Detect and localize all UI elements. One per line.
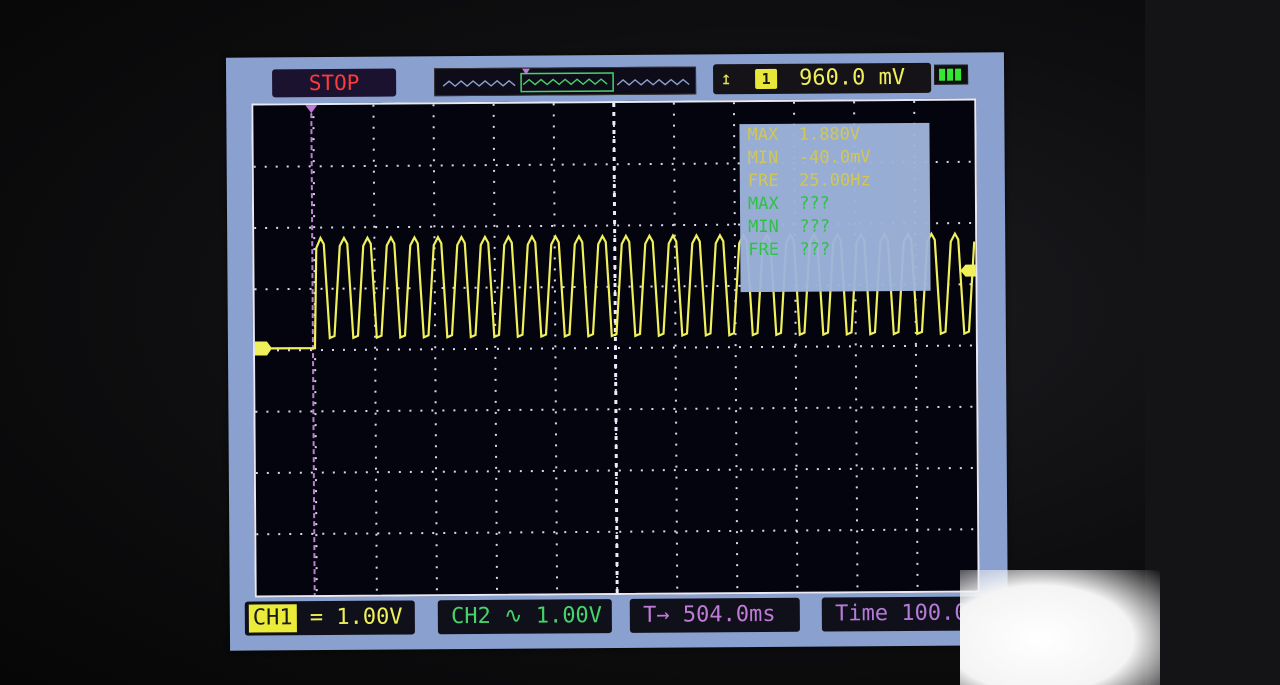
trigger-offset-settings[interactable]: T→ 504.0ms bbox=[629, 597, 800, 633]
ch2-label: CH2 bbox=[451, 603, 491, 630]
waveform-display[interactable]: MAX 1.880V MIN -40.0mV FRE 25.00Hz MAX ?… bbox=[251, 98, 980, 598]
ch1-coupling: = bbox=[309, 605, 324, 631]
trigger-level: 960.0 mV bbox=[799, 64, 906, 91]
run-stop-indicator[interactable]: STOP bbox=[272, 68, 397, 98]
trigger-channel-badge: 1 bbox=[755, 68, 778, 90]
ch2-max-readout: MAX ??? bbox=[747, 193, 830, 215]
grid-line-vertical bbox=[732, 102, 739, 593]
bottom-status-bar: CH1 = 1.00V CH2 ∿ 1.00V T→ 504.0ms Time … bbox=[230, 592, 1008, 647]
grid-line-vertical bbox=[492, 103, 499, 594]
rising-edge-icon: ↥ bbox=[720, 68, 732, 90]
ch1-min-readout: MIN -40.0mV bbox=[747, 147, 871, 169]
oscilloscope-screen: STOP ↥ 1 960.0 mV MAX 1.880V MIN -40.0mV… bbox=[225, 52, 1009, 651]
grid-line-vertical bbox=[552, 103, 559, 594]
trigger-settings[interactable]: ↥ 1 960.0 mV bbox=[712, 62, 932, 95]
light-glare bbox=[960, 570, 1160, 685]
trigger-offset-label: T→ bbox=[643, 602, 670, 628]
battery-icon bbox=[934, 64, 969, 85]
measurement-panel: MAX 1.880V MIN -40.0mV FRE 25.00Hz MAX ?… bbox=[739, 122, 931, 293]
ch2-coupling: ∿ bbox=[504, 603, 523, 629]
ch1-scale: 1.00V bbox=[336, 604, 403, 630]
memory-overview-icon bbox=[442, 68, 690, 93]
ch1-settings[interactable]: CH1 = 1.00V bbox=[244, 600, 415, 636]
trigger-level-marker-icon bbox=[960, 264, 978, 277]
top-status-bar: STOP ↥ 1 960.0 mV bbox=[226, 52, 1004, 101]
memory-position-bar[interactable] bbox=[434, 66, 697, 97]
ch1-tag: CH1 bbox=[248, 604, 297, 633]
center-time-marker bbox=[612, 103, 619, 594]
ch2-freq-readout: FRE ??? bbox=[748, 239, 831, 261]
ch2-settings[interactable]: CH2 ∿ 1.00V bbox=[437, 599, 612, 635]
device-side bbox=[1145, 0, 1280, 685]
trigger-position-icon bbox=[305, 105, 318, 114]
ch1-ground-marker-icon bbox=[253, 341, 272, 356]
ch1-freq-readout: FRE 25.00Hz bbox=[747, 170, 871, 192]
time-label: Time bbox=[835, 601, 889, 627]
ch2-min-readout: MIN ??? bbox=[748, 216, 831, 238]
grid-line-vertical bbox=[432, 104, 438, 595]
trigger-offset-value: 504.0ms bbox=[682, 601, 776, 628]
ch2-scale: 1.00V bbox=[535, 603, 603, 629]
ch1-max-readout: MAX 1.880V bbox=[747, 124, 861, 146]
